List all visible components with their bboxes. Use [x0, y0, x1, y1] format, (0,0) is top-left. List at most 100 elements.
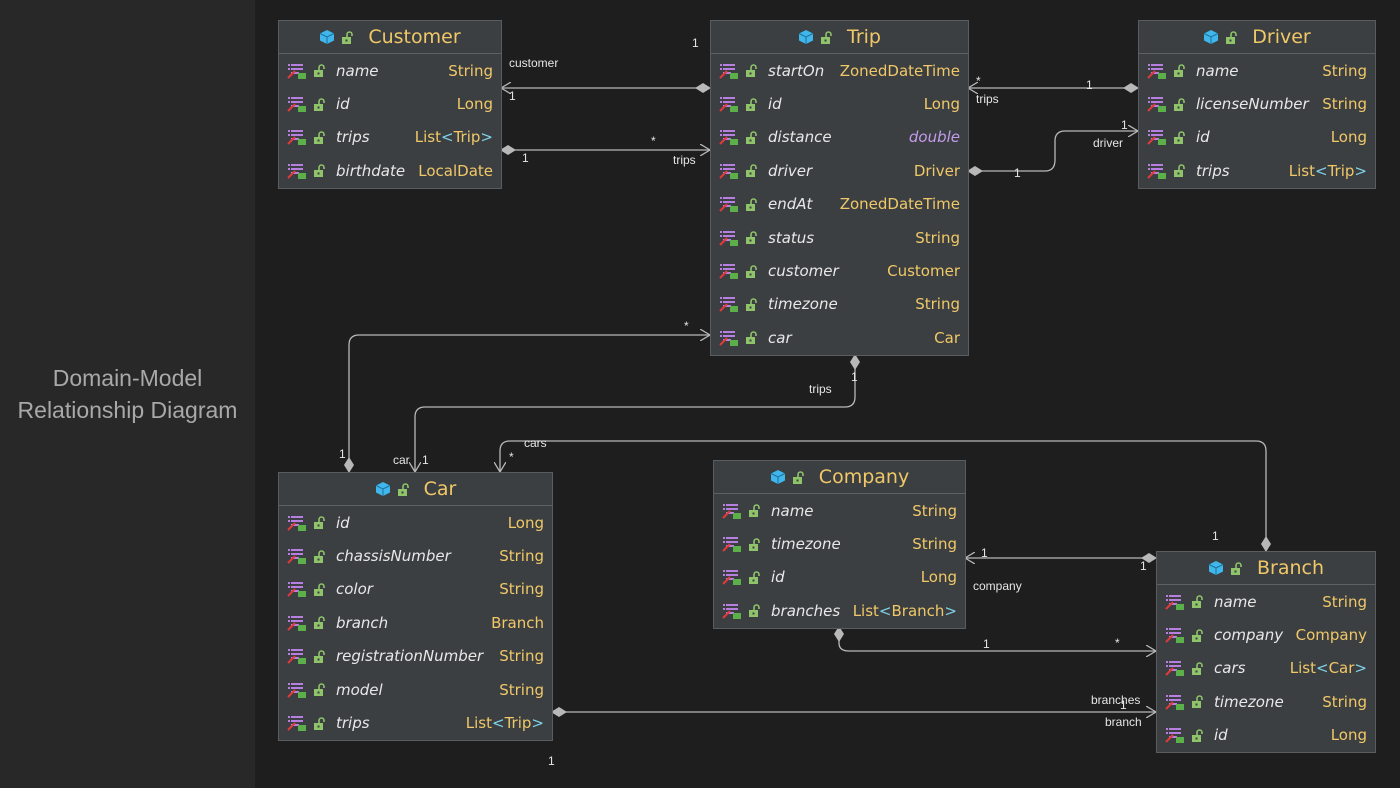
- field-row[interactable]: id Long: [1139, 121, 1375, 154]
- multiplicity-label: 1: [1086, 78, 1093, 92]
- entity-name: Branch: [1256, 557, 1325, 579]
- field-row[interactable]: trips List<Trip>: [1139, 154, 1375, 187]
- public-lock-icon: [314, 64, 325, 78]
- entity-name: Car: [423, 478, 457, 500]
- field-name: startOn: [768, 61, 825, 80]
- field-icon: [1165, 694, 1184, 710]
- field-name: company: [1214, 626, 1284, 645]
- field-icon: [287, 549, 306, 565]
- field-type: String: [915, 228, 960, 247]
- field-row[interactable]: name String: [1139, 54, 1375, 87]
- field-row[interactable]: car Car: [711, 321, 968, 354]
- field-type: String: [499, 580, 544, 599]
- field-icon: [722, 570, 741, 586]
- entity-branch[interactable]: Branch name String company Company cars List<C…: [1156, 551, 1376, 753]
- field-icon: [287, 63, 306, 79]
- field-name: name: [1214, 592, 1257, 611]
- field-type: Company: [1295, 626, 1367, 645]
- field-row[interactable]: company Company: [1157, 618, 1375, 651]
- field-row[interactable]: distance double: [711, 121, 968, 154]
- entity-company[interactable]: Company name String timezone String id Long bra…: [713, 460, 966, 629]
- field-name: customer: [768, 262, 839, 281]
- field-row[interactable]: name String: [1157, 585, 1375, 618]
- field-row[interactable]: id Long: [711, 87, 968, 120]
- entity-header[interactable]: Driver: [1139, 21, 1375, 54]
- entity-car[interactable]: Car id Long chassisNumber String color String b…: [278, 472, 553, 741]
- field-row[interactable]: id Long: [279, 506, 552, 539]
- field-row[interactable]: name String: [279, 54, 501, 87]
- field-row[interactable]: endAt ZonedDateTime: [711, 188, 968, 221]
- public-lock-icon: [749, 604, 760, 618]
- entity-trip[interactable]: Trip startOn ZonedDateTime id Long distance do…: [710, 20, 969, 356]
- field-row[interactable]: customer Customer: [711, 254, 968, 287]
- field-row[interactable]: cars List<Car>: [1157, 652, 1375, 685]
- role-label: company: [973, 579, 1022, 593]
- field-type: Car: [934, 328, 960, 347]
- field-icon: [1165, 661, 1184, 677]
- multiplicity-label: 1: [339, 447, 346, 461]
- field-icon: [719, 230, 738, 246]
- entity-header[interactable]: Customer: [279, 21, 501, 54]
- field-row[interactable]: status String: [711, 221, 968, 254]
- field-row[interactable]: name String: [714, 494, 965, 527]
- public-lock-icon: [746, 97, 757, 111]
- entity-customer[interactable]: Customer name String id Long trips List<Trip> b…: [278, 20, 502, 189]
- entity-header[interactable]: Company: [714, 461, 965, 494]
- field-row[interactable]: branch Branch: [279, 606, 552, 639]
- public-lock-icon: [1226, 30, 1238, 44]
- field-icon: [287, 163, 306, 179]
- field-row[interactable]: startOn ZonedDateTime: [711, 54, 968, 87]
- field-type: Driver: [913, 161, 960, 180]
- field-row[interactable]: id Long: [279, 87, 501, 120]
- field-row[interactable]: trips List<Trip>: [279, 706, 552, 739]
- field-row[interactable]: id Long: [714, 561, 965, 594]
- field-row[interactable]: birthdate LocalDate: [279, 154, 501, 187]
- multiplicity-label: 1: [983, 637, 990, 651]
- entity-header[interactable]: Trip: [711, 21, 968, 54]
- field-type: String: [912, 535, 957, 554]
- field-row[interactable]: timezone String: [1157, 685, 1375, 718]
- multiplicity-label: 1: [422, 453, 429, 467]
- field-icon: [287, 682, 306, 698]
- field-row[interactable]: timezone String: [711, 288, 968, 321]
- public-lock-icon: [746, 264, 757, 278]
- field-row[interactable]: timezone String: [714, 527, 965, 560]
- field-name: licenseNumber: [1196, 95, 1309, 114]
- field-name: id: [771, 568, 785, 587]
- field-name: timezone: [768, 295, 838, 314]
- field-row[interactable]: chassisNumber String: [279, 539, 552, 572]
- class-icon: [375, 482, 390, 496]
- public-lock-icon: [746, 331, 757, 345]
- public-lock-icon: [1174, 97, 1185, 111]
- field-name: id: [336, 95, 350, 114]
- field-type: ZonedDateTime: [839, 61, 960, 80]
- multiplicity-label: 1: [851, 370, 858, 384]
- field-name: color: [336, 580, 373, 599]
- entity-header[interactable]: Car: [279, 473, 552, 506]
- field-type: String: [1322, 692, 1367, 711]
- field-icon: [287, 649, 306, 665]
- field-row[interactable]: trips List<Trip>: [279, 121, 501, 154]
- field-name: status: [768, 228, 815, 247]
- entity-header[interactable]: Branch: [1157, 552, 1375, 585]
- field-row[interactable]: licenseNumber String: [1139, 87, 1375, 120]
- field-row[interactable]: id Long: [1157, 719, 1375, 752]
- public-lock-icon: [314, 649, 325, 663]
- field-name: model: [336, 680, 383, 699]
- field-name: endAt: [768, 195, 813, 214]
- field-type: Branch: [491, 613, 544, 632]
- field-row[interactable]: model String: [279, 673, 552, 706]
- field-icon: [719, 330, 738, 346]
- field-icon: [1165, 628, 1184, 644]
- public-lock-icon: [314, 616, 325, 630]
- field-type: String: [448, 61, 493, 80]
- rel-company-branches: [839, 627, 1156, 651]
- field-row[interactable]: driver Driver: [711, 154, 968, 187]
- entity-name: Driver: [1252, 26, 1311, 48]
- field-row[interactable]: color String: [279, 573, 552, 606]
- field-row[interactable]: registrationNumber String: [279, 640, 552, 673]
- field-row[interactable]: branches List<Branch>: [714, 594, 965, 627]
- role-label: driver: [1093, 136, 1124, 150]
- class-icon: [770, 470, 786, 484]
- entity-driver[interactable]: Driver name String licenseNumber String id Lon…: [1138, 20, 1376, 189]
